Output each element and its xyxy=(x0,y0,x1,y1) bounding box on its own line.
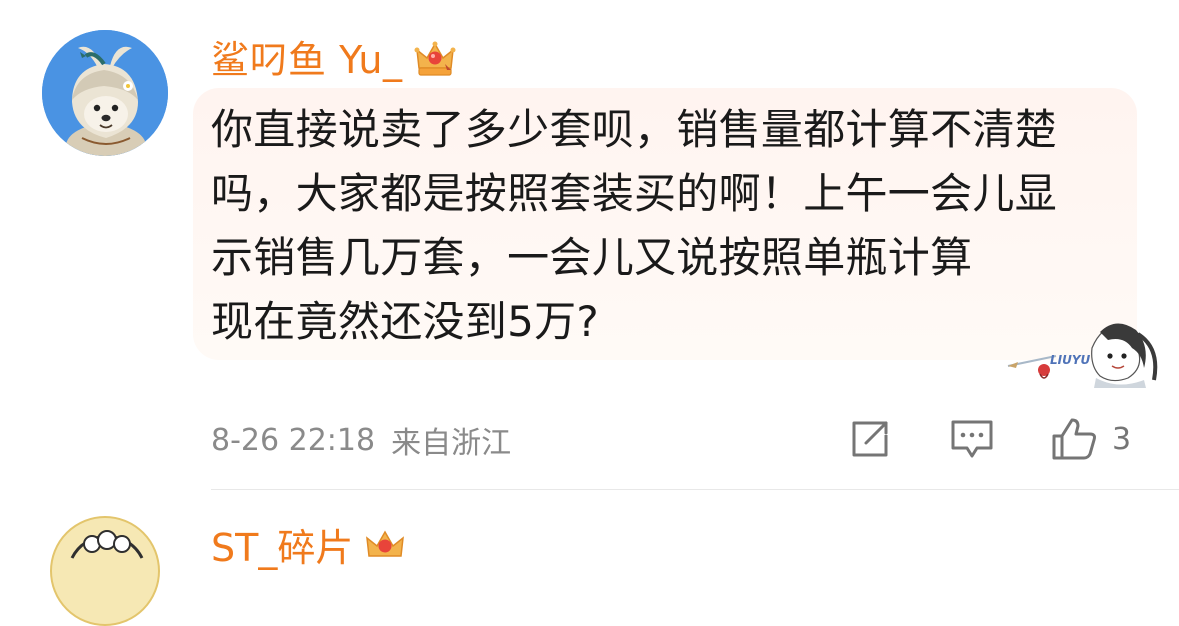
decoration-label: LIUYU xyxy=(1050,353,1091,367)
reply-button[interactable] xyxy=(949,416,995,462)
comment-text-line: 吗，大家都是按照套装买的啊！上午一会儿显 xyxy=(211,169,1058,218)
comment-text-line: 示销售几万套，一会儿又说按照单瓶计算 xyxy=(211,233,973,282)
share-icon xyxy=(852,421,888,457)
thumbs-up-icon xyxy=(1052,418,1096,460)
comment-location: 来自浙江 xyxy=(391,426,512,461)
like-button[interactable]: 3 xyxy=(1050,416,1131,462)
like-count: 3 xyxy=(1112,421,1132,457)
next-comment-username-row: ST_碎片 xyxy=(211,524,407,572)
comment-text-line: 你直接说卖了多少套呗，销售量都计算不清楚 xyxy=(211,105,1058,154)
comment-item: 鲨叼鱼 Yu_ 你直接说卖了多少套呗，销售量都计算不清楚 吗，大家都是按照套装买… xyxy=(0,0,1179,490)
crown-icon xyxy=(413,38,457,82)
username[interactable]: 鲨叼鱼 Yu_ xyxy=(211,36,403,84)
comment-date: 8-26 22:18 xyxy=(211,422,376,458)
next-comment-avatar[interactable] xyxy=(50,516,160,626)
comment-text: 你直接说卖了多少套呗，销售量都计算不清楚 吗，大家都是按照套装买的啊！上午一会儿… xyxy=(211,98,1111,354)
next-avatar-image-icon xyxy=(57,523,157,623)
bubble-decoration-character: LIUYU xyxy=(1007,323,1158,388)
reply-icon xyxy=(951,420,993,458)
comment-meta: 8-26 22:18 来自浙江 xyxy=(211,415,511,465)
share-button[interactable] xyxy=(848,416,892,462)
comment-text-line: 现在竟然还没到5万? xyxy=(211,297,600,346)
username-row: 鲨叼鱼 Yu_ xyxy=(211,36,457,84)
avatar[interactable] xyxy=(42,30,168,156)
comment-divider xyxy=(211,489,1179,490)
crown-icon xyxy=(363,526,407,570)
next-comment-username[interactable]: ST_碎片 xyxy=(211,524,353,572)
dog-avatar-icon xyxy=(42,30,168,156)
comment-bubble: 你直接说卖了多少套呗，销售量都计算不清楚 吗，大家都是按照套装买的啊！上午一会儿… xyxy=(193,88,1137,360)
